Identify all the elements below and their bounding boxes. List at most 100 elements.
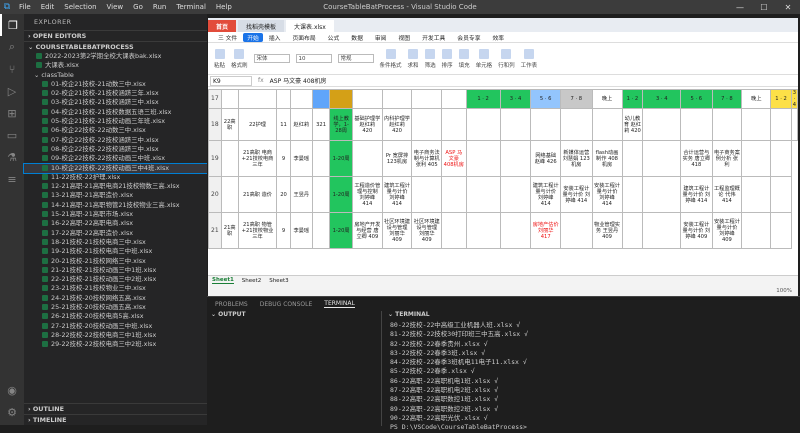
run-debug-icon[interactable]: ▷ [0, 80, 24, 102]
grid-cell[interactable]: 20 [276, 176, 291, 213]
grid-cell[interactable] [711, 108, 743, 141]
grid-cell[interactable]: 赵红莉 [289, 108, 313, 141]
grid-cell[interactable]: 晚上 [591, 89, 623, 109]
search-icon[interactable]: ⌕ [0, 36, 24, 58]
grid-cell[interactable]: 1 · 2 [770, 89, 792, 109]
grid-cell[interactable] [770, 108, 792, 141]
grid-cell[interactable] [381, 89, 413, 109]
tree-file[interactable]: 23-21技校-21技校物业三中.xlsx [24, 284, 207, 293]
tree-file[interactable]: 18-21技校-21技校电商三中.xlsx [24, 238, 207, 247]
testing-icon[interactable]: ⚗ [0, 146, 24, 168]
wps-tab[interactable]: 找稻壳模板 [238, 20, 285, 32]
grid-cell[interactable]: 1-20周 [329, 212, 353, 249]
wps-menu-item[interactable]: 三 文件 [212, 33, 243, 42]
grid-cell[interactable] [770, 212, 792, 249]
source-control-icon[interactable]: ⑂ [0, 58, 24, 80]
tree-file[interactable]: 02-校企21技校-21技校涵跻三年.xlsx [24, 89, 207, 98]
grid-cell[interactable] [311, 140, 331, 177]
tree-file[interactable]: 20-21技校-21技校网络三中.xlsx [24, 257, 207, 266]
grid-cell[interactable]: Pr 宽屏排 123机房 [381, 140, 413, 177]
tree-file[interactable]: 09-校企22技校-22技校动画三中班.xlsx [24, 154, 207, 163]
grid-cell[interactable] [621, 176, 644, 213]
grid-cell[interactable]: 21高职 电商+21技校电商三年 [237, 140, 278, 177]
tree-file[interactable]: 17-22高职-22高职造价.xlsx [24, 229, 207, 238]
tree-file[interactable]: 26-21技校-20技校电商5高.xlsx [24, 312, 207, 321]
outline-section[interactable]: › OUTLINE [24, 403, 207, 414]
grid-cell[interactable] [499, 108, 532, 141]
tree-file[interactable]: 15-21高职-21高职市场.xlsx [24, 210, 207, 219]
grid-cell[interactable] [351, 140, 383, 177]
grid-cell[interactable]: 基础护理学 赵红莉 420 [351, 108, 383, 141]
grid-cell[interactable]: flash动画制作 408机房 [591, 140, 623, 177]
menu-go[interactable]: Go [128, 3, 148, 11]
row-header[interactable]: 19 [208, 140, 222, 177]
grid-cell[interactable]: 3 · 4 [499, 89, 532, 109]
menu-file[interactable]: File [14, 3, 36, 11]
menu-edit[interactable]: Edit [36, 3, 60, 11]
remote-icon[interactable]: ▭ [0, 124, 24, 146]
wps-menu-item[interactable]: 视图 [392, 33, 416, 42]
grid-cell[interactable] [465, 108, 501, 141]
grid-cell[interactable]: 幼儿教育 赵红莉 420 [621, 108, 644, 141]
row-header[interactable]: 20 [208, 176, 222, 213]
grid-cell[interactable] [411, 108, 443, 141]
grid-cell[interactable]: 工程监理概论 代伟 414 [711, 176, 743, 213]
settings-gear-icon[interactable]: ⚙ [0, 401, 24, 423]
tree-file[interactable]: 19-21技校-21技校电商三中班.xlsx [24, 247, 207, 256]
grid-cell[interactable]: ASP 马文豪 408机房 [441, 140, 467, 177]
grid-cell[interactable]: 内科护理学 赵红莉 420 [381, 108, 413, 141]
ribbon-button[interactable]: 格式刷 [231, 48, 248, 69]
grid-cell[interactable] [465, 176, 501, 213]
grid-cell[interactable] [465, 212, 501, 249]
tree-file[interactable]: 16-22高职-22高职电商.xlsx [24, 219, 207, 228]
tree-file[interactable]: 24-21技校-20技校网络五高.xlsx [24, 294, 207, 303]
grid-cell[interactable] [289, 89, 313, 109]
tree-file[interactable]: 25-21技校-20技校动画五高.xlsx [24, 303, 207, 312]
grid-cell[interactable]: 安装工程计量与计价 刘婷峰 414 [560, 176, 593, 213]
grid-cell[interactable] [642, 212, 682, 249]
wps-menu-item[interactable]: 页面布局 [286, 33, 321, 42]
grid-cell[interactable]: 房地产开发与经营 唐立卿 409 [351, 212, 383, 249]
grid-cell[interactable] [465, 140, 501, 177]
ribbon-button[interactable]: 填充 [459, 48, 470, 69]
grid-cell[interactable]: 李曼瑶 [289, 140, 313, 177]
close-icon[interactable]: ✕ [776, 0, 800, 14]
grid-cell[interactable]: 物业管理实务 王昱丹 409 [591, 212, 623, 249]
ribbon-select[interactable]: 宋体 [253, 54, 290, 63]
tree-file[interactable]: 06-校企22技校-22动数三中.xlsx [24, 126, 207, 135]
grid-cell[interactable]: 11 [276, 108, 291, 141]
tree-file[interactable]: 05-校企21技校-21技校动画三年班.xlsx [24, 117, 207, 126]
ribbon-button[interactable]: 行和列 [498, 48, 515, 69]
grid-cell[interactable] [560, 212, 593, 249]
tree-file[interactable]: 大课表.xlsx [24, 61, 207, 70]
ribbon-button[interactable]: 条件格式 [380, 48, 402, 69]
ribbon-select[interactable]: 常规 [337, 54, 374, 63]
grid-cell[interactable] [499, 140, 532, 177]
grid-cell[interactable]: 线上教学，1-28周 [329, 108, 353, 141]
grid-cell[interactable] [220, 89, 239, 109]
grid-cell[interactable]: 社区环境建设与管理 刘丽华 409 [381, 212, 413, 249]
grid-cell[interactable] [351, 89, 383, 109]
grid-cell[interactable]: 新媒体运营 刘慧娟 123机房 [560, 140, 593, 177]
wps-menu-item[interactable]: 会员专享 [451, 33, 486, 42]
project-section[interactable]: ⌄ COURSETABLEBATPROCESS [24, 41, 207, 52]
row-header[interactable]: 21 [208, 212, 222, 249]
tree-file[interactable]: 01-校企21技校-21动数三中.xlsx [24, 80, 207, 89]
ribbon-button[interactable]: 粘贴 [214, 48, 225, 69]
tree-file[interactable]: 03-校企21技校-21技校涵跻三中.xlsx [24, 98, 207, 107]
grid-cell[interactable] [770, 140, 792, 177]
wps-menu-item[interactable]: 效率 [487, 33, 511, 42]
grid-cell[interactable]: 王昱丹 [289, 176, 313, 213]
grid-cell[interactable]: 5 · 6 [680, 89, 713, 109]
grid-cell[interactable]: 安装工程计量与计价 刘婷峰 409 [680, 212, 713, 249]
grid-cell[interactable] [790, 108, 798, 141]
grid-cell[interactable] [220, 176, 239, 213]
sheet-tab[interactable]: Sheet1 [212, 277, 234, 284]
grid-cell[interactable] [642, 108, 682, 141]
tree-file[interactable]: 11-22技校-22护理.xlsx [24, 173, 207, 182]
menu-help[interactable]: Help [211, 3, 237, 11]
wps-menu-item[interactable]: 开始 [243, 32, 263, 42]
grid-cell[interactable] [770, 176, 792, 213]
grid-cell[interactable] [441, 212, 467, 249]
grid-cell[interactable]: 21高职 [220, 212, 239, 249]
